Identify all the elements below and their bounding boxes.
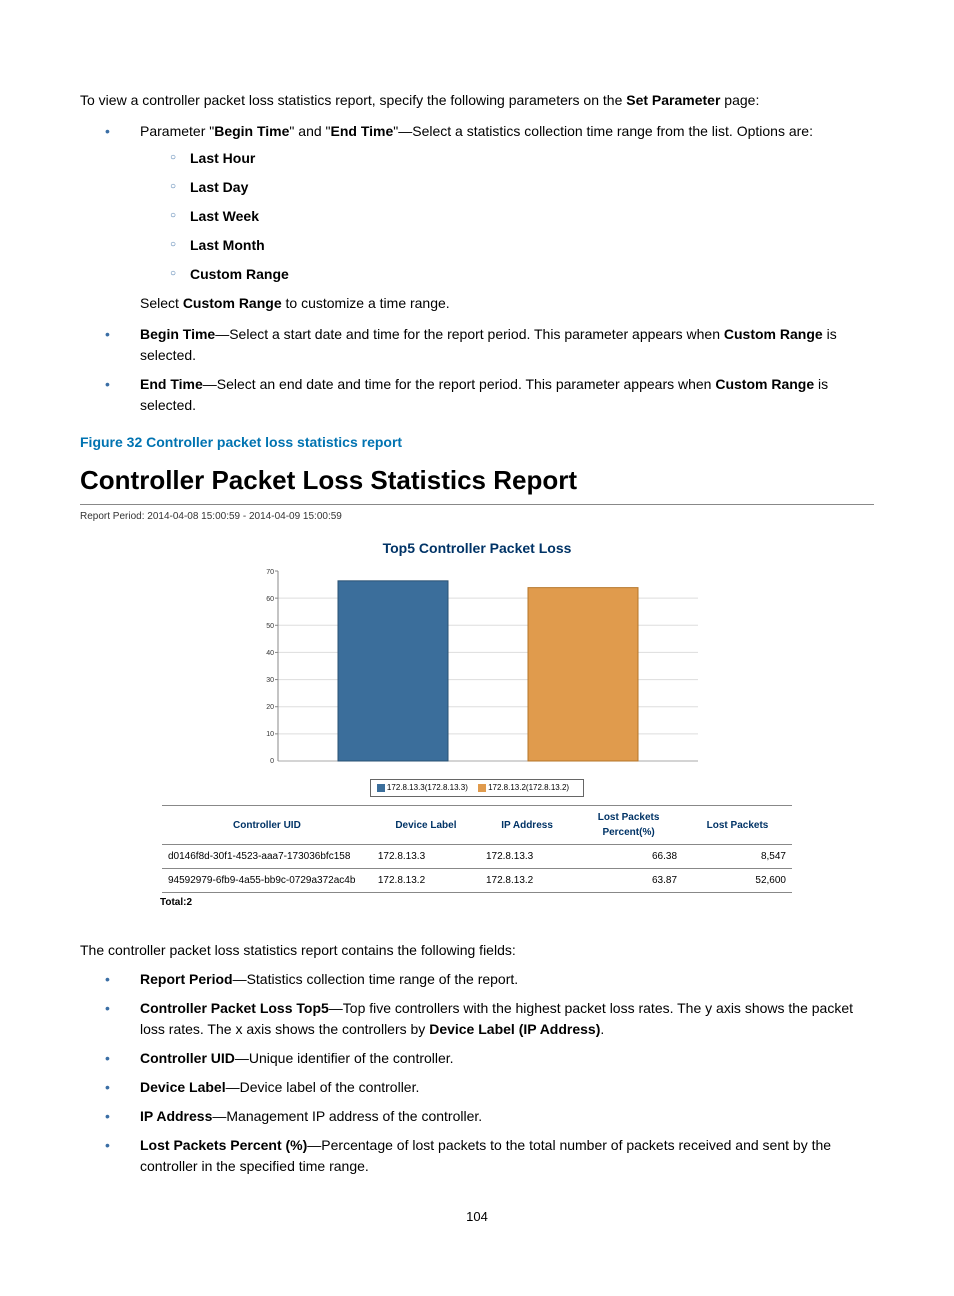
page-number: 104 [80, 1207, 874, 1227]
table-row: d0146f8d-30f1-4523-aaa7-173036bfc158 172… [162, 845, 792, 869]
svg-text:50: 50 [266, 623, 274, 630]
legend-swatch-icon [478, 784, 486, 792]
chart-container: Top5 Controller Packet Loss 0 10 [80, 538, 874, 893]
list-item: Controller Packet Loss Top5—Top five con… [105, 998, 874, 1040]
list-item: Device Label—Device label of the control… [105, 1077, 874, 1098]
option-item: Custom Range [170, 264, 874, 285]
intro-bold: Set Parameter [626, 92, 720, 108]
report-embed: Controller Packet Loss Statistics Report… [80, 461, 874, 910]
intro-paragraph: To view a controller packet loss statist… [80, 90, 874, 111]
col-header: Device Label [372, 806, 480, 845]
svg-text:70: 70 [266, 569, 274, 576]
intro-prefix: To view a controller packet loss statist… [80, 92, 626, 108]
list-item: Report Period—Statistics collection time… [105, 969, 874, 990]
list-item: Controller UID—Unique identifier of the … [105, 1048, 874, 1069]
bar-series-2 [528, 588, 638, 761]
list-item: Parameter "Begin Time" and "End Time"—Se… [105, 121, 874, 314]
divider [80, 504, 874, 505]
svg-text:30: 30 [266, 677, 274, 684]
legend-swatch-icon [377, 784, 385, 792]
legend-item: 172.8.13.2(172.8.13.2) [478, 782, 569, 794]
list-item: Lost Packets Percent (%)—Percentage of l… [105, 1135, 874, 1177]
col-header: IP Address [480, 806, 574, 845]
post-intro: The controller packet loss statistics re… [80, 940, 874, 961]
report-title: Controller Packet Loss Statistics Report [80, 461, 874, 500]
figure-caption: Figure 32 Controller packet loss statist… [80, 432, 874, 453]
list-item: Begin Time—Select a start date and time … [105, 324, 874, 366]
sub-note: Select Custom Range to customize a time … [140, 293, 874, 314]
col-header: Lost Packets Percent(%) [574, 806, 683, 845]
svg-text:40: 40 [266, 650, 274, 657]
intro-suffix: page: [720, 92, 759, 108]
chart-legend: 172.8.13.3(172.8.13.3) 172.8.13.2(172.8.… [370, 779, 584, 797]
svg-text:60: 60 [266, 596, 274, 603]
chart-title: Top5 Controller Packet Loss [80, 538, 874, 559]
parameter-list: Parameter "Begin Time" and "End Time"—Se… [80, 121, 874, 416]
col-header: Lost Packets [683, 806, 792, 845]
bar-chart: 0 10 20 30 40 [242, 565, 712, 775]
list-item: IP Address—Management IP address of the … [105, 1106, 874, 1127]
legend-item: 172.8.13.3(172.8.13.3) [377, 782, 468, 794]
table-header-row: Controller UID Device Label IP Address L… [162, 806, 792, 845]
table-total: Total:2 [160, 895, 874, 910]
svg-text:10: 10 [266, 731, 274, 738]
option-item: Last Day [170, 177, 874, 198]
col-header: Controller UID [162, 806, 372, 845]
bar-series-1 [338, 581, 448, 761]
list-item: End Time—Select an end date and time for… [105, 374, 874, 416]
data-table: Controller UID Device Label IP Address L… [162, 805, 792, 893]
fields-list: Report Period—Statistics collection time… [80, 969, 874, 1177]
option-item: Last Week [170, 206, 874, 227]
option-item: Last Hour [170, 148, 874, 169]
svg-text:20: 20 [266, 704, 274, 711]
table-row: 94592979-6fb9-4a55-bb9c-0729a372ac4b 172… [162, 869, 792, 893]
svg-text:0: 0 [270, 758, 274, 765]
option-item: Last Month [170, 235, 874, 256]
report-period: Report Period: 2014-04-08 15:00:59 - 201… [80, 509, 874, 524]
options-list: Last Hour Last Day Last Week Last Month … [140, 148, 874, 285]
